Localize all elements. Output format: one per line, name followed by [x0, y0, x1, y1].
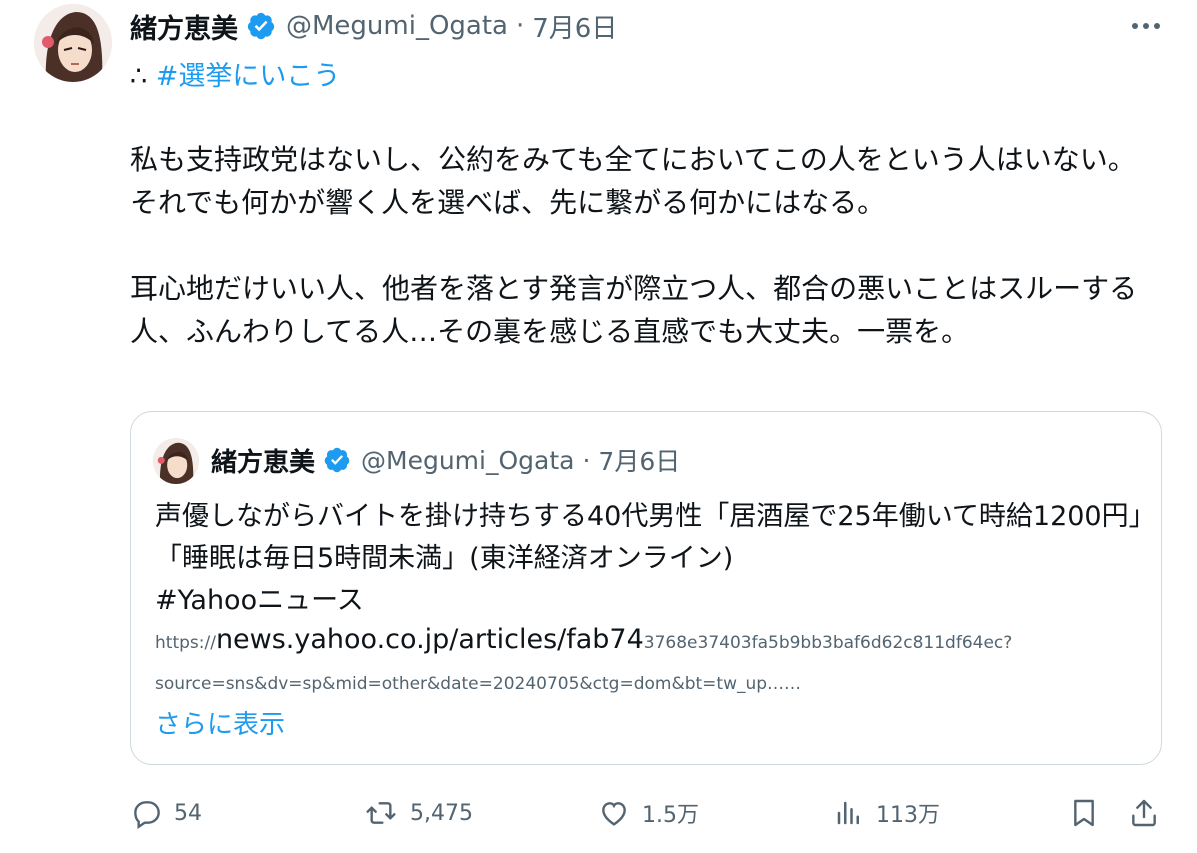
share-button[interactable] [1128, 790, 1172, 836]
quoted-header: 緒方恵美 @Megumi_Ogata · 7月6日 [211, 440, 680, 480]
link-rest: 3768e37403fa5b9bb3baf6d62c811df64ec? [643, 633, 1013, 653]
author-name[interactable]: 緒方恵美 [130, 7, 238, 46]
quoted-avatar-image [153, 438, 199, 484]
like-icon [602, 802, 626, 826]
retweet-icon [366, 802, 396, 824]
retweet-count: 5,475 [410, 800, 473, 826]
more-icon [1132, 23, 1160, 29]
tweet-date[interactable]: 7月6日 [532, 8, 617, 45]
avatar-image [34, 4, 112, 82]
link-scheme: https:// [155, 633, 216, 653]
tweet-text: 私も支持政党はないし、公約をみても全てにおいてこの人をという人はいない。 それで… [130, 138, 1160, 353]
quoted-text: 声優しながらバイトを掛け持ちする40代男性「居酒屋で25年働いて時給1200円」… [155, 496, 1145, 622]
views-icon [837, 801, 859, 825]
bookmark-icon [1074, 799, 1094, 827]
separator-dot: · [582, 445, 591, 475]
tweet-header: 緒方恵美 @Megumi_Ogata · 7月6日 [130, 7, 617, 46]
link-host: news.yahoo.co.jp/articles/fab74 [215, 624, 644, 655]
share-icon [1132, 799, 1156, 827]
prefix-symbol: ∴ [130, 61, 148, 92]
quoted-avatar[interactable] [153, 438, 199, 484]
tweet-paragraph: 耳心地だけいい人、他者を落とす発言が際立つ人、都合の悪いことはスルーする人、ふん… [130, 272, 1138, 348]
action-bar: 54 5,475 1.5万 113万 [0, 790, 1197, 836]
tweet-paragraph: 私も支持政党はないし、公約をみても全てにおいてこの人をという人はいない。 [130, 143, 1136, 176]
quoted-date: 7月6日 [598, 447, 681, 476]
more-button[interactable] [1129, 14, 1163, 38]
quoted-handle: @Megumi_Ogata [361, 445, 575, 475]
reply-button[interactable]: 54 [130, 790, 202, 836]
views-button[interactable]: 113万 [834, 790, 940, 836]
bookmark-button[interactable] [1068, 790, 1112, 836]
quoted-link-continued[interactable]: source=sns&dv=sp&mid=other&date=20240705… [155, 674, 801, 694]
avatar[interactable] [34, 4, 112, 82]
verified-badge-icon [324, 447, 350, 473]
quoted-author-name: 緒方恵美 [211, 447, 316, 478]
views-count: 113万 [876, 803, 940, 828]
reply-count: 54 [174, 800, 202, 826]
tweet-tagline: ∴ #選挙にいこう [130, 54, 340, 93]
quoted-tweet[interactable]: 緒方恵美 @Megumi_Ogata · 7月6日 声優しながらバイトを掛け持ち… [130, 411, 1162, 765]
show-more-link[interactable]: さらに表示 [155, 704, 285, 741]
retweet-button[interactable]: 5,475 [364, 790, 473, 836]
like-button[interactable]: 1.5万 [598, 790, 699, 836]
hashtag-link[interactable]: #選挙にいこう [156, 61, 341, 92]
quoted-line: 声優しながらバイトを掛け持ちする40代男性「居酒屋で25年働いて時給1200円」… [155, 501, 1143, 574]
tweet-paragraph: それでも何かが響く人を選べば、先に繋がる何かにはなる。 [130, 186, 886, 219]
reply-icon [134, 801, 160, 829]
author-handle[interactable]: @Megumi_Ogata [286, 11, 508, 41]
separator-dot: · [516, 11, 525, 41]
quoted-link[interactable]: https://news.yahoo.co.jp/articles/fab743… [155, 624, 1012, 655]
like-count: 1.5万 [642, 803, 699, 828]
verified-badge-icon [247, 12, 275, 40]
quoted-hashtag: #Yahooニュース [155, 585, 364, 616]
